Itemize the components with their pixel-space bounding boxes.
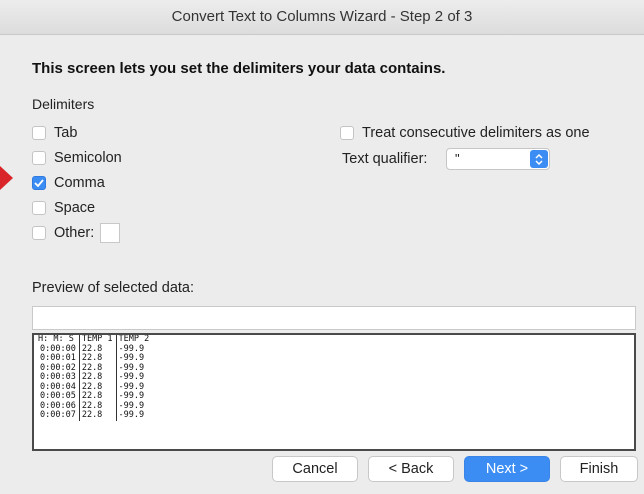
preview-cell: -99.9 <box>118 410 145 420</box>
space-checkbox-row[interactable]: Space <box>32 198 95 218</box>
space-label: Space <box>54 200 96 216</box>
comma-label: Comma <box>54 175 105 191</box>
text-qualifier-select[interactable]: " <box>446 148 550 170</box>
delimiters-label: Delimiters <box>32 96 95 112</box>
consecutive-delimiters-label: Treat consecutive delimiters as one <box>362 125 590 141</box>
preview-cell: 22.8 <box>79 410 117 421</box>
tab-checkbox[interactable] <box>32 126 46 140</box>
updown-chevron-icon[interactable] <box>530 150 548 168</box>
red-arrow-pointer-icon <box>0 166 13 190</box>
data-preview-pane[interactable]: H: M: S TEMP 1 TEMP 2 0:00:00 22.8 -99.9 0:00:… <box>32 333 636 451</box>
preview-row: 0:00:07 22.8 -99.9 <box>36 410 152 421</box>
text-qualifier-value: " <box>455 151 460 166</box>
consecutive-delimiters-checkbox[interactable] <box>340 126 354 140</box>
page-heading: This screen lets you set the delimiters … <box>32 60 446 77</box>
other-delimiter-input[interactable] <box>100 223 121 243</box>
next-button[interactable]: Next > <box>464 456 550 482</box>
preview-table: H: M: S TEMP 1 TEMP 2 0:00:00 22.8 -99.9 0:00:… <box>36 335 152 421</box>
preview-header-field <box>32 306 636 330</box>
tab-checkbox-row[interactable]: Tab <box>32 123 77 143</box>
back-button[interactable]: < Back <box>368 456 454 482</box>
comma-checkbox[interactable] <box>32 176 46 190</box>
other-checkbox-row[interactable]: Other: <box>32 223 121 243</box>
text-qualifier-label: Text qualifier: <box>342 151 428 167</box>
finish-button[interactable]: Finish <box>560 456 638 482</box>
semicolon-checkbox[interactable] <box>32 151 46 165</box>
preview-cell: 0:00:07 <box>36 410 80 421</box>
cancel-button[interactable]: Cancel <box>272 456 358 482</box>
window-title: Convert Text to Columns Wizard - Step 2 … <box>0 0 644 35</box>
checkmark-icon <box>34 179 44 187</box>
other-label: Other: <box>54 225 95 241</box>
space-checkbox[interactable] <box>32 201 46 215</box>
comma-checkbox-row[interactable]: Comma <box>32 173 105 193</box>
tab-label: Tab <box>54 125 78 141</box>
semicolon-checkbox-row[interactable]: Semicolon <box>32 148 122 168</box>
preview-label: Preview of selected data: <box>32 280 195 296</box>
consecutive-checkbox-row[interactable]: Treat consecutive delimiters as one <box>340 123 590 143</box>
semicolon-label: Semicolon <box>54 150 122 166</box>
other-checkbox[interactable] <box>32 226 46 240</box>
